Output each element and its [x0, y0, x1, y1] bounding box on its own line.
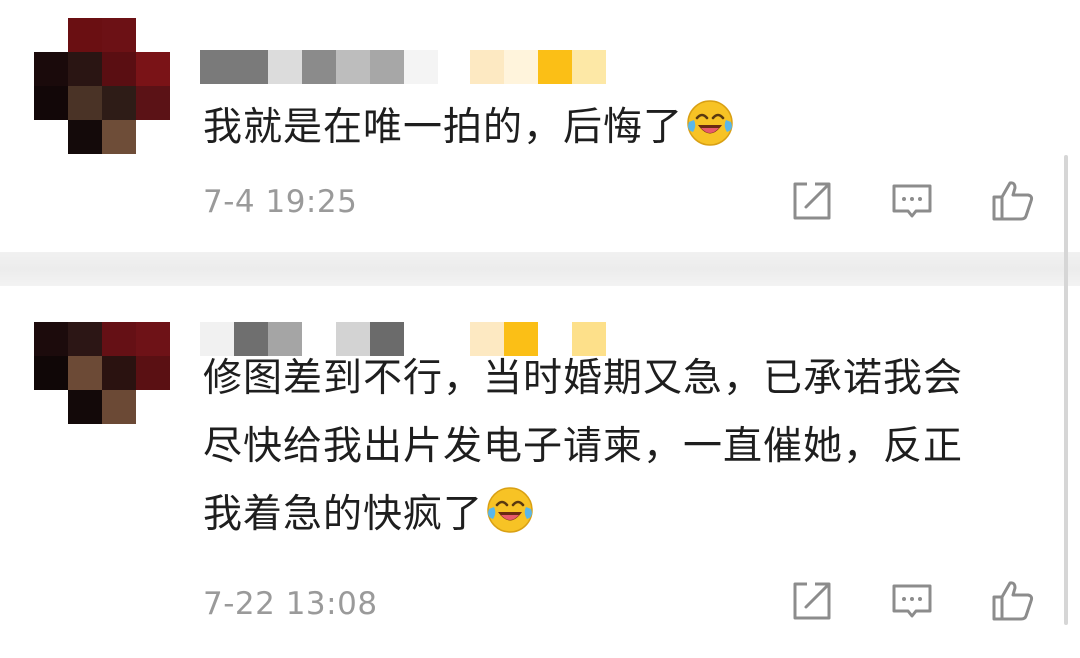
redaction-block: [404, 50, 438, 84]
avatar-pixel: [102, 86, 136, 120]
redaction-block: [268, 50, 302, 84]
avatar-pixel: [102, 52, 136, 86]
reply-button[interactable]: [889, 178, 935, 224]
avatar-pixel: [102, 322, 136, 356]
avatar-pixel: [68, 52, 102, 86]
laughing-crying-emoji-icon: [687, 100, 733, 146]
reply-button[interactable]: [889, 578, 935, 624]
avatar-pixel: [34, 52, 68, 86]
avatar-pixel: [136, 86, 170, 120]
comment-divider: [0, 252, 1080, 286]
comment-text: 我就是在唯一拍的，后悔了: [203, 94, 735, 162]
comment-item: 修图差到不行，当时婚期又急，已承诺我会 尽快给我出片发电子请柬，一直催她，反正 …: [0, 286, 1080, 658]
share-button[interactable]: [789, 578, 835, 624]
avatar-pixel: [68, 356, 102, 390]
redaction-block: [336, 50, 370, 84]
comment-text: 修图差到不行，当时婚期又急，已承诺我会 尽快给我出片发电子请柬，一直催她，反正 …: [203, 345, 963, 549]
like-button[interactable]: [990, 178, 1036, 224]
comment-icon: [892, 184, 932, 218]
laughing-crying-emoji-icon: [487, 487, 533, 533]
redaction-block: [302, 50, 336, 84]
avatar[interactable]: [34, 18, 170, 154]
share-icon: [793, 182, 831, 220]
share-button[interactable]: [789, 178, 835, 224]
avatar-pixel: [34, 86, 68, 120]
avatar-pixel: [102, 18, 136, 52]
share-icon: [793, 582, 831, 620]
avatar-pixel: [102, 356, 136, 390]
comment-line: 尽快给我出片发电子请柬，一直催她，反正: [203, 424, 964, 469]
avatar-pixel: [34, 356, 68, 390]
redaction-block: [572, 50, 606, 84]
avatar-pixel: [68, 120, 102, 154]
comment-line-text: 我着急的快疯了: [203, 492, 484, 537]
redaction-block: [200, 50, 268, 84]
comment-line: 我着急的快疯了: [203, 481, 963, 549]
avatar-pixel: [68, 18, 102, 52]
thumbs-up-icon: [992, 581, 1034, 621]
comment-line: 我就是在唯一拍的，后悔了: [203, 105, 684, 150]
timestamp: 7-22 13:08: [203, 586, 378, 622]
username-redacted[interactable]: [200, 50, 610, 84]
scrollbar[interactable]: [1064, 155, 1068, 625]
redaction-block: [470, 50, 504, 84]
redaction-block: [504, 50, 538, 84]
avatar-pixel: [102, 120, 136, 154]
avatar-pixel: [136, 52, 170, 86]
avatar-pixel: [102, 390, 136, 424]
redaction-block: [538, 50, 572, 84]
avatar-pixel: [68, 322, 102, 356]
avatar-pixel: [136, 322, 170, 356]
avatar-pixel: [68, 390, 102, 424]
comment-item: 我就是在唯一拍的，后悔了 7-4 19:25: [0, 0, 1080, 252]
timestamp: 7-4 19:25: [203, 184, 358, 220]
redaction-block: [370, 50, 404, 84]
comment-feed: 我就是在唯一拍的，后悔了 7-4 19:25 修图差到不行，当时婚期又急，已承诺…: [0, 0, 1080, 658]
avatar-pixel: [68, 86, 102, 120]
avatar-pixel: [136, 356, 170, 390]
like-button[interactable]: [990, 578, 1036, 624]
comment-icon: [892, 584, 932, 618]
thumbs-up-icon: [992, 181, 1034, 221]
avatar-pixel: [34, 322, 68, 356]
avatar[interactable]: [34, 322, 170, 456]
comment-line: 修图差到不行，当时婚期又急，已承诺我会: [203, 356, 964, 401]
